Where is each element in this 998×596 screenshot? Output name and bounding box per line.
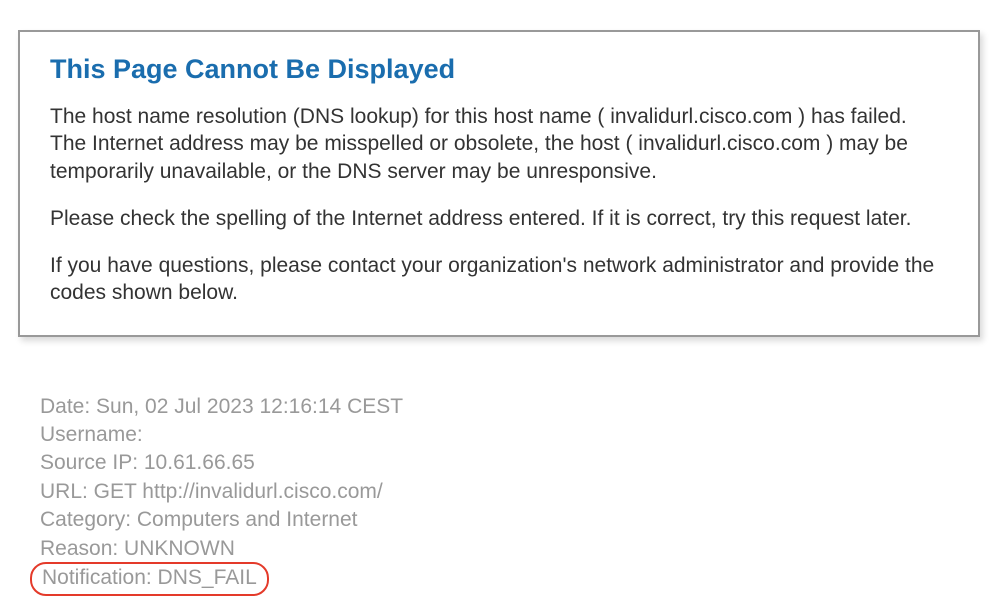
error-description-check: Please check the spelling of the Interne… xyxy=(50,205,948,232)
detail-username: Username: xyxy=(40,421,988,449)
detail-reason: Reason: UNKNOWN xyxy=(40,535,988,563)
detail-category: Category: Computers and Internet xyxy=(40,506,988,534)
error-description-dns: The host name resolution (DNS lookup) fo… xyxy=(50,103,948,185)
error-title: This Page Cannot Be Displayed xyxy=(50,54,948,85)
detail-notification: Notification: DNS_FAIL xyxy=(42,564,257,592)
detail-source-ip: Source IP: 10.61.66.65 xyxy=(40,449,988,477)
error-notification-box: This Page Cannot Be Displayed The host n… xyxy=(18,30,980,337)
notification-highlight: Notification: DNS_FAIL xyxy=(30,562,269,596)
detail-url: URL: GET http://invalidurl.cisco.com/ xyxy=(40,478,988,506)
detail-date: Date: Sun, 02 Jul 2023 12:16:14 CEST xyxy=(40,393,988,421)
error-description-contact: If you have questions, please contact yo… xyxy=(50,252,948,307)
error-details-block: Date: Sun, 02 Jul 2023 12:16:14 CEST Use… xyxy=(40,393,988,596)
